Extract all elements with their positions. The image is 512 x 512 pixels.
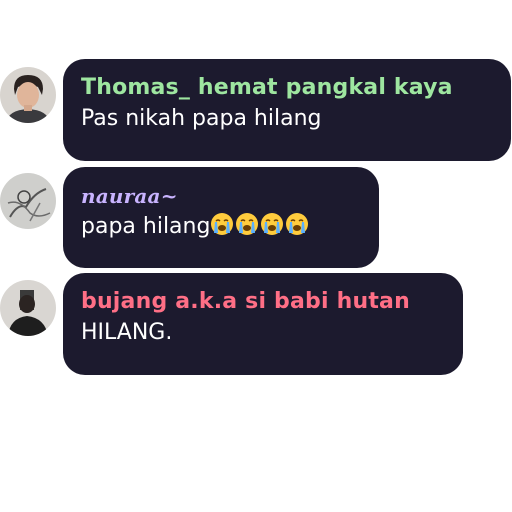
loudly-crying-face-icon <box>236 213 259 235</box>
username[interactable]: nauraa~ <box>81 181 361 211</box>
message-bubble: Thomas_ hemat pangkal kaya Pas nikah pap… <box>63 59 511 161</box>
loudly-crying-face-icon <box>261 213 284 235</box>
avatar[interactable] <box>0 173 56 229</box>
message-text: HILANG. <box>81 320 173 345</box>
message-bubble: bujang a.k.a si babi hutan HILANG. <box>63 273 463 375</box>
avatar[interactable] <box>0 67 56 123</box>
emoji-group <box>210 212 309 236</box>
loudly-crying-face-icon <box>286 213 309 235</box>
message-text: Pas nikah papa hilang <box>81 106 322 131</box>
message-text: papa hilang <box>81 211 361 243</box>
message-bubble: nauraa~ papa hilang <box>63 167 379 268</box>
message-text-content: papa hilang <box>81 214 211 239</box>
username[interactable]: Thomas_ hemat pangkal kaya <box>81 73 493 103</box>
loudly-crying-face-icon <box>211 213 234 235</box>
chat-thread: Thomas_ hemat pangkal kaya Pas nikah pap… <box>0 0 512 512</box>
avatar[interactable] <box>0 280 56 336</box>
username[interactable]: bujang a.k.a si babi hutan <box>81 287 445 317</box>
